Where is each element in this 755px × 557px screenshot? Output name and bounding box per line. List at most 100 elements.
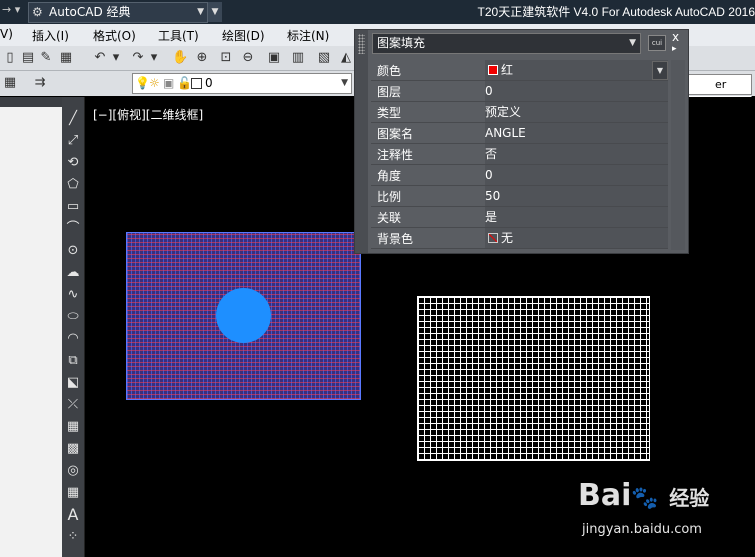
- property-name: 角度: [377, 169, 402, 183]
- close-icon[interactable]: x: [672, 30, 679, 44]
- property-value[interactable]: 无: [485, 228, 668, 248]
- insert-block-icon[interactable]: ⧉: [65, 353, 81, 369]
- make-current-icon[interactable]: ⇉: [32, 75, 48, 91]
- zoom-window-icon[interactable]: ⊡: [218, 50, 234, 66]
- properties-icon[interactable]: ▣: [266, 50, 282, 66]
- menu-tools[interactable]: 工具(T): [158, 27, 199, 44]
- viewport-controls-label[interactable]: [−][俯视][二维线框]: [93, 106, 203, 123]
- property-row-background-color[interactable]: 背景色 无: [371, 228, 668, 249]
- left-side-panel: [0, 107, 62, 557]
- zoom-previous-icon[interactable]: ⊖: [240, 50, 256, 66]
- property-value[interactable]: ANGLE: [485, 123, 668, 143]
- property-row-scale[interactable]: 比例 50: [371, 186, 668, 207]
- dim-style-combo[interactable]: er: [688, 74, 752, 95]
- hatch-icon[interactable]: ▦: [65, 419, 81, 435]
- property-name: 类型: [377, 106, 402, 120]
- layer-color-icon: [191, 78, 202, 89]
- match-properties-icon[interactable]: ✎: [38, 50, 54, 66]
- property-row-layer[interactable]: 图层 0: [371, 81, 668, 102]
- viewport-freeze-icon: ▣: [163, 76, 175, 90]
- property-value-text: 0: [485, 168, 493, 182]
- object-type-selector[interactable]: 图案填充 ▼: [372, 33, 641, 54]
- left-panel-header: [0, 97, 62, 107]
- gear-icon: ⚙: [32, 5, 43, 19]
- menu-format[interactable]: 格式(O): [93, 27, 136, 44]
- property-row-type[interactable]: 类型 预定义: [371, 102, 668, 123]
- property-name: 比例: [377, 190, 402, 204]
- autohide-icon[interactable]: ▸: [672, 44, 677, 54]
- line-icon[interactable]: ╱: [65, 111, 81, 127]
- menu-dimension[interactable]: 标注(N): [287, 27, 329, 44]
- design-center-icon[interactable]: ▥: [290, 50, 306, 66]
- multiline-text-icon[interactable]: A: [65, 507, 81, 523]
- property-row-color[interactable]: 颜色 红 ▼: [371, 60, 668, 81]
- block-icon[interactable]: ▦: [58, 50, 74, 66]
- palette-grip[interactable]: [355, 30, 368, 253]
- menu-view[interactable]: V): [0, 27, 13, 41]
- point-icon[interactable]: ⤫: [65, 397, 81, 413]
- arc-icon[interactable]: ⌒: [65, 221, 81, 237]
- make-block-icon[interactable]: ⬕: [65, 375, 81, 391]
- ellipse-arc-icon[interactable]: ◠: [65, 331, 81, 347]
- undo-icon[interactable]: ↶: [92, 50, 108, 66]
- baidu-logo-text: Bai: [578, 478, 632, 513]
- circle-object[interactable]: [216, 288, 271, 343]
- undo-dropdown-icon[interactable]: ▾: [108, 50, 124, 66]
- grid-hatch-object[interactable]: [417, 296, 650, 461]
- revision-cloud-icon[interactable]: ☁: [65, 265, 81, 281]
- polygon-icon[interactable]: ⬠: [65, 177, 81, 193]
- layer-manager-icon[interactable]: ▦: [2, 75, 18, 91]
- property-value-text: 是: [485, 210, 498, 224]
- menu-insert[interactable]: 插入(I): [32, 27, 69, 44]
- property-value-text: 红: [501, 63, 514, 77]
- paste-icon[interactable]: ▤: [20, 50, 36, 66]
- property-value[interactable]: 是: [485, 207, 668, 227]
- palette-scrollbar[interactable]: [671, 60, 685, 250]
- table-icon[interactable]: ▦: [65, 485, 81, 501]
- quick-access-arrow-icon[interactable]: → ▾: [2, 3, 20, 16]
- zoom-realtime-icon[interactable]: ⊕: [194, 50, 210, 66]
- layer-control[interactable]: 💡 ☼ ▣ 🔓 0 ▼: [132, 73, 352, 94]
- customize-quick-access-button[interactable]: ▼: [208, 2, 222, 22]
- menu-draw[interactable]: 绘图(D): [222, 27, 265, 44]
- property-row-angle[interactable]: 角度 0: [371, 165, 668, 186]
- gradient-icon[interactable]: ▩: [65, 441, 81, 457]
- property-value[interactable]: 红 ▼: [485, 60, 668, 80]
- circle-icon[interactable]: ⊙: [65, 243, 81, 259]
- tool-palettes-icon[interactable]: ▧: [316, 50, 332, 66]
- spline-icon[interactable]: ∿: [65, 287, 81, 303]
- new-file-icon[interactable]: ▯: [2, 50, 18, 66]
- chevron-down-icon: ▼: [341, 78, 348, 88]
- layer-name: 0: [205, 76, 213, 90]
- construction-line-icon[interactable]: ⤢: [65, 133, 81, 149]
- watermark-url: jingyan.baidu.com: [582, 522, 702, 537]
- draw-toolbar: ╱ ⤢ ⟲ ⬠ ▭ ⌒ ⊙ ☁ ∿ ⬭ ◠ ⧉ ⬕ ⤫ ▦ ▩ ◎ ▦ A ⁘: [62, 97, 85, 557]
- redo-dropdown-icon[interactable]: ▾: [146, 50, 162, 66]
- dim-style-name: er: [715, 78, 727, 91]
- property-row-annotative[interactable]: 注释性 否: [371, 144, 668, 165]
- property-row-associative[interactable]: 关联 是: [371, 207, 668, 228]
- workspace-selector[interactable]: ⚙ AutoCAD 经典 ▼: [28, 2, 208, 23]
- property-value[interactable]: 0: [485, 81, 668, 101]
- property-value[interactable]: 0: [485, 165, 668, 185]
- pan-icon[interactable]: ✋: [172, 50, 188, 66]
- property-value[interactable]: 预定义: [485, 102, 668, 122]
- workspace-name: AutoCAD 经典: [49, 5, 131, 19]
- title-bar: → ▾ ⚙ AutoCAD 经典 ▼ ▼ T20天正建筑软件 V4.0 For …: [0, 0, 755, 24]
- quick-select-button[interactable]: cui: [648, 35, 666, 51]
- property-value-text: 无: [501, 231, 514, 245]
- bulb-icon: 💡: [135, 76, 150, 90]
- polyline-icon[interactable]: ⟲: [65, 155, 81, 171]
- add-selected-icon[interactable]: ⁘: [65, 529, 81, 545]
- paw-icon: 🐾: [631, 486, 659, 511]
- markup-icon[interactable]: ◭: [338, 50, 354, 66]
- property-value[interactable]: 否: [485, 144, 668, 164]
- window-title: T20天正建筑软件 V4.0 For Autodesk AutoCAD 2016: [477, 5, 755, 19]
- property-value[interactable]: 50: [485, 186, 668, 206]
- chevron-down-icon[interactable]: ▼: [652, 61, 668, 80]
- region-icon[interactable]: ◎: [65, 463, 81, 479]
- rectangle-icon[interactable]: ▭: [65, 199, 81, 215]
- ellipse-icon[interactable]: ⬭: [65, 309, 81, 325]
- redo-icon[interactable]: ↷: [130, 50, 146, 66]
- property-row-pattern-name[interactable]: 图案名 ANGLE: [371, 123, 668, 144]
